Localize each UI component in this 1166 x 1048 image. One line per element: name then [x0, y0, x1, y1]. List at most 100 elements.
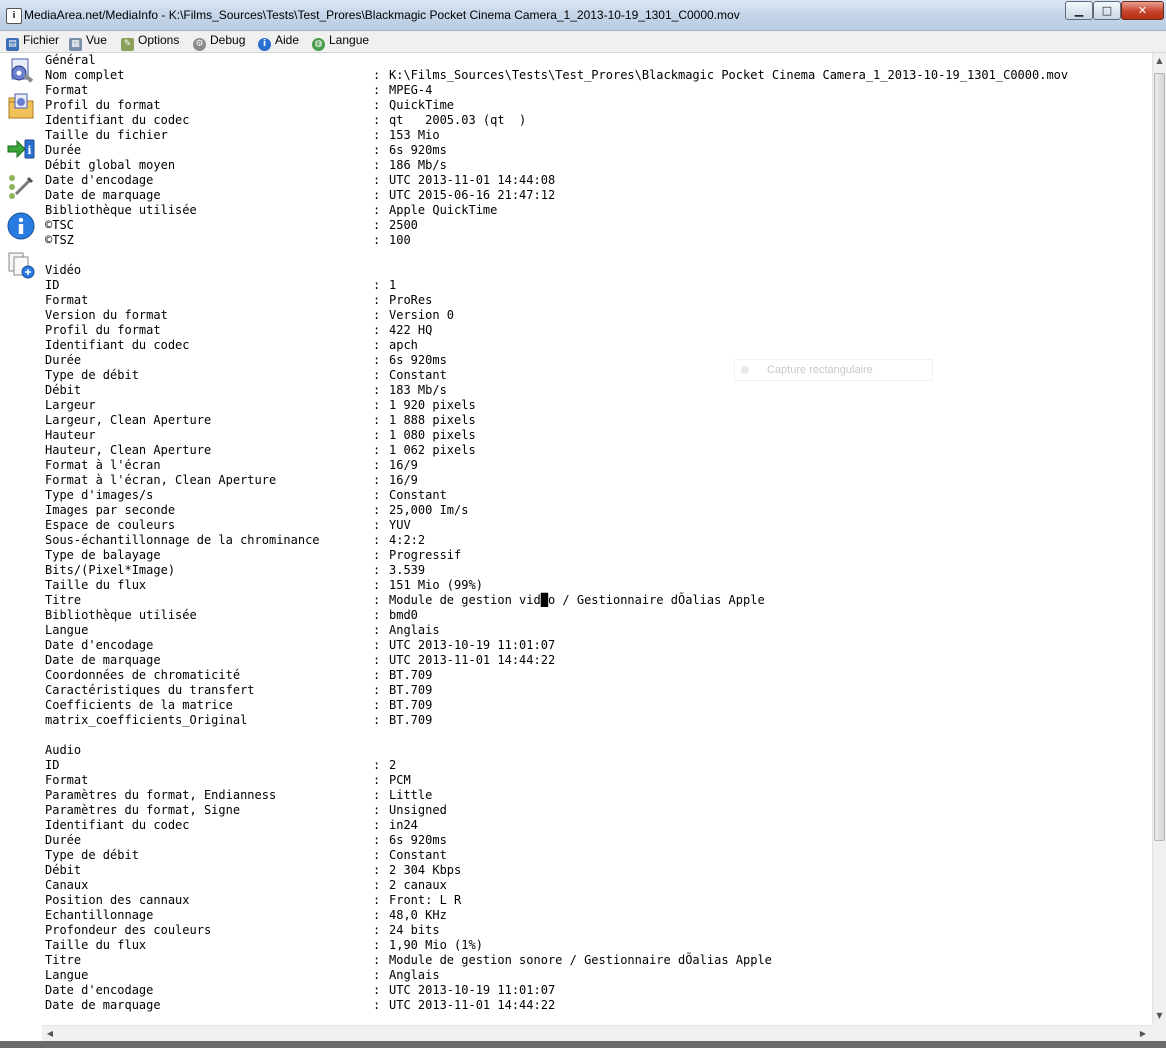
scroll-up-icon[interactable]: ▲: [1153, 54, 1166, 68]
info-text-view[interactable]: Général Nom complet: K:\Films_Sources\Test…: [42, 53, 1152, 1025]
field-separator: :: [373, 998, 381, 1012]
menu-aide[interactable]: i Aide: [258, 33, 299, 51]
vertical-scroll-thumb[interactable]: [1154, 73, 1165, 841]
field-name: Durée: [45, 833, 82, 847]
field-value: bmd0: [389, 608, 418, 622]
options-icon: ✎: [121, 38, 134, 51]
info-row: Largeur:1 920 pixels: [45, 398, 1152, 413]
field-separator: :: [373, 233, 381, 247]
info-row: Hauteur:1 080 pixels: [45, 428, 1152, 443]
field-value: Progressif: [389, 548, 462, 562]
field-separator: :: [373, 428, 381, 442]
info-row: Date d'encodage: UTC 2013-11-01 14:44:08: [45, 173, 1152, 188]
menu-debug[interactable]: ⚙ Debug: [193, 33, 245, 51]
field-name: Identifiant du codec: [45, 113, 190, 127]
info-row: Profondeur des couleurs:24 bits: [45, 923, 1152, 938]
minimize-button[interactable]: ▁: [1065, 1, 1093, 20]
info-row: Format: PCM: [45, 773, 1152, 788]
preferences-icon: [9, 175, 34, 199]
field-separator: :: [373, 443, 381, 457]
field-value: Module de gestion vid█o / Gestionnaire d…: [389, 593, 765, 607]
field-name: Hauteur, Clean Aperture: [45, 443, 212, 457]
language-icon: ◍: [312, 38, 325, 51]
field-name: Durée: [45, 143, 82, 157]
field-separator: :: [373, 683, 381, 697]
info-row: Durée:6s 920ms: [45, 353, 1152, 368]
field-separator: :: [373, 638, 381, 652]
info-row: Canaux:2 canaux: [45, 878, 1152, 893]
info-row: Débit:2 304 Kbps: [45, 863, 1152, 878]
field-separator: :: [373, 323, 381, 337]
field-separator: :: [373, 953, 381, 967]
field-separator: :: [373, 878, 381, 892]
info-row: Titre: Module de gestion sonore / Gestion…: [45, 953, 1152, 968]
field-name: Paramètres du format, Endianness: [45, 788, 277, 802]
info-row: Bibliothèque utilisée: bmd0: [45, 608, 1152, 623]
menu-fichier[interactable]: ▤ Fichier: [6, 33, 59, 51]
menu-options[interactable]: ✎ Options: [121, 33, 179, 51]
mediainfo-app-icon[interactable]: i: [6, 8, 22, 24]
field-name: Largeur: [45, 398, 96, 412]
field-value: MPEG-4: [389, 83, 433, 97]
field-value: qt 2005.03 (qt ): [389, 113, 527, 127]
rectangular-capture-overlay: Capture rectangulaire: [734, 359, 933, 381]
about-button[interactable]: [5, 210, 37, 242]
field-separator: :: [373, 563, 381, 577]
field-separator: :: [373, 548, 381, 562]
field-value: 2 304 Kbps: [389, 863, 462, 877]
field-value: 6s 920ms: [389, 353, 447, 367]
field-value: Front: L R: [389, 893, 462, 907]
horizontal-scrollbar[interactable]: ◀ ▶: [42, 1025, 1152, 1041]
info-row: Langue: Anglais: [45, 623, 1152, 638]
scroll-down-icon[interactable]: ▼: [1153, 1009, 1166, 1023]
field-separator: :: [373, 173, 381, 187]
info-row: Langue: Anglais: [45, 968, 1152, 983]
close-button[interactable]: ✕: [1121, 1, 1164, 20]
field-value: 16/9: [389, 458, 418, 472]
vertical-scrollbar[interactable]: ▲ ▼: [1152, 53, 1166, 1025]
info-row: Format: ProRes: [45, 293, 1152, 308]
field-name: Date de marquage: [45, 653, 161, 667]
open-file-button[interactable]: [5, 55, 37, 87]
info-row: Format à l'écran:16/9: [45, 458, 1152, 473]
export-button[interactable]: i: [5, 133, 37, 165]
field-name: Nom complet: [45, 68, 125, 82]
field-separator: :: [373, 353, 381, 367]
field-separator: :: [373, 473, 381, 487]
menu-langue[interactable]: ◍ Langue: [312, 33, 369, 51]
sheet-view-button[interactable]: [5, 249, 37, 281]
field-name: ©TSZ: [45, 233, 74, 247]
scroll-left-icon[interactable]: ◀: [43, 1026, 57, 1041]
field-name: Images par seconde: [45, 503, 176, 517]
field-name: Format: [45, 773, 89, 787]
field-separator: :: [373, 773, 381, 787]
menu-label: Fichier: [23, 33, 60, 47]
field-name: ©TSC: [45, 218, 74, 232]
info-row: Taille du fichier:153 Mio: [45, 128, 1152, 143]
field-name: Taille du flux: [45, 578, 147, 592]
maximize-button[interactable]: □: [1093, 1, 1121, 20]
info-row: Identifiant du codec: apch: [45, 338, 1152, 353]
field-value: UTC 2013-11-01 14:44:22: [389, 998, 556, 1012]
info-row: Paramètres du format, Signe: Unsigned: [45, 803, 1152, 818]
field-value: UTC 2013-10-19 11:01:07: [389, 638, 556, 652]
open-folder-button[interactable]: [5, 91, 37, 123]
field-name: Sous-échantillonnage de la chrominance: [45, 533, 320, 547]
scroll-right-icon[interactable]: ▶: [1136, 1026, 1150, 1041]
field-separator: :: [373, 488, 381, 502]
info-row: Durée:6s 920ms: [45, 143, 1152, 158]
preferences-button[interactable]: [5, 171, 37, 203]
field-name: Type de balayage: [45, 548, 161, 562]
field-separator: :: [373, 698, 381, 712]
menu-vue[interactable]: ▦ Vue: [69, 33, 107, 51]
scrollbar-corner: [1152, 1025, 1166, 1041]
field-name: Débit: [45, 863, 82, 877]
field-value: Little: [389, 788, 433, 802]
help-icon: i: [258, 38, 271, 51]
info-row: Format à l'écran, Clean Aperture:16/9: [45, 473, 1152, 488]
field-name: Date de marquage: [45, 998, 161, 1012]
field-separator: :: [373, 458, 381, 472]
field-value: apch: [389, 338, 418, 352]
menu-label: Aide: [275, 33, 300, 47]
info-row: Bibliothèque utilisée: Apple QuickTime: [45, 203, 1152, 218]
